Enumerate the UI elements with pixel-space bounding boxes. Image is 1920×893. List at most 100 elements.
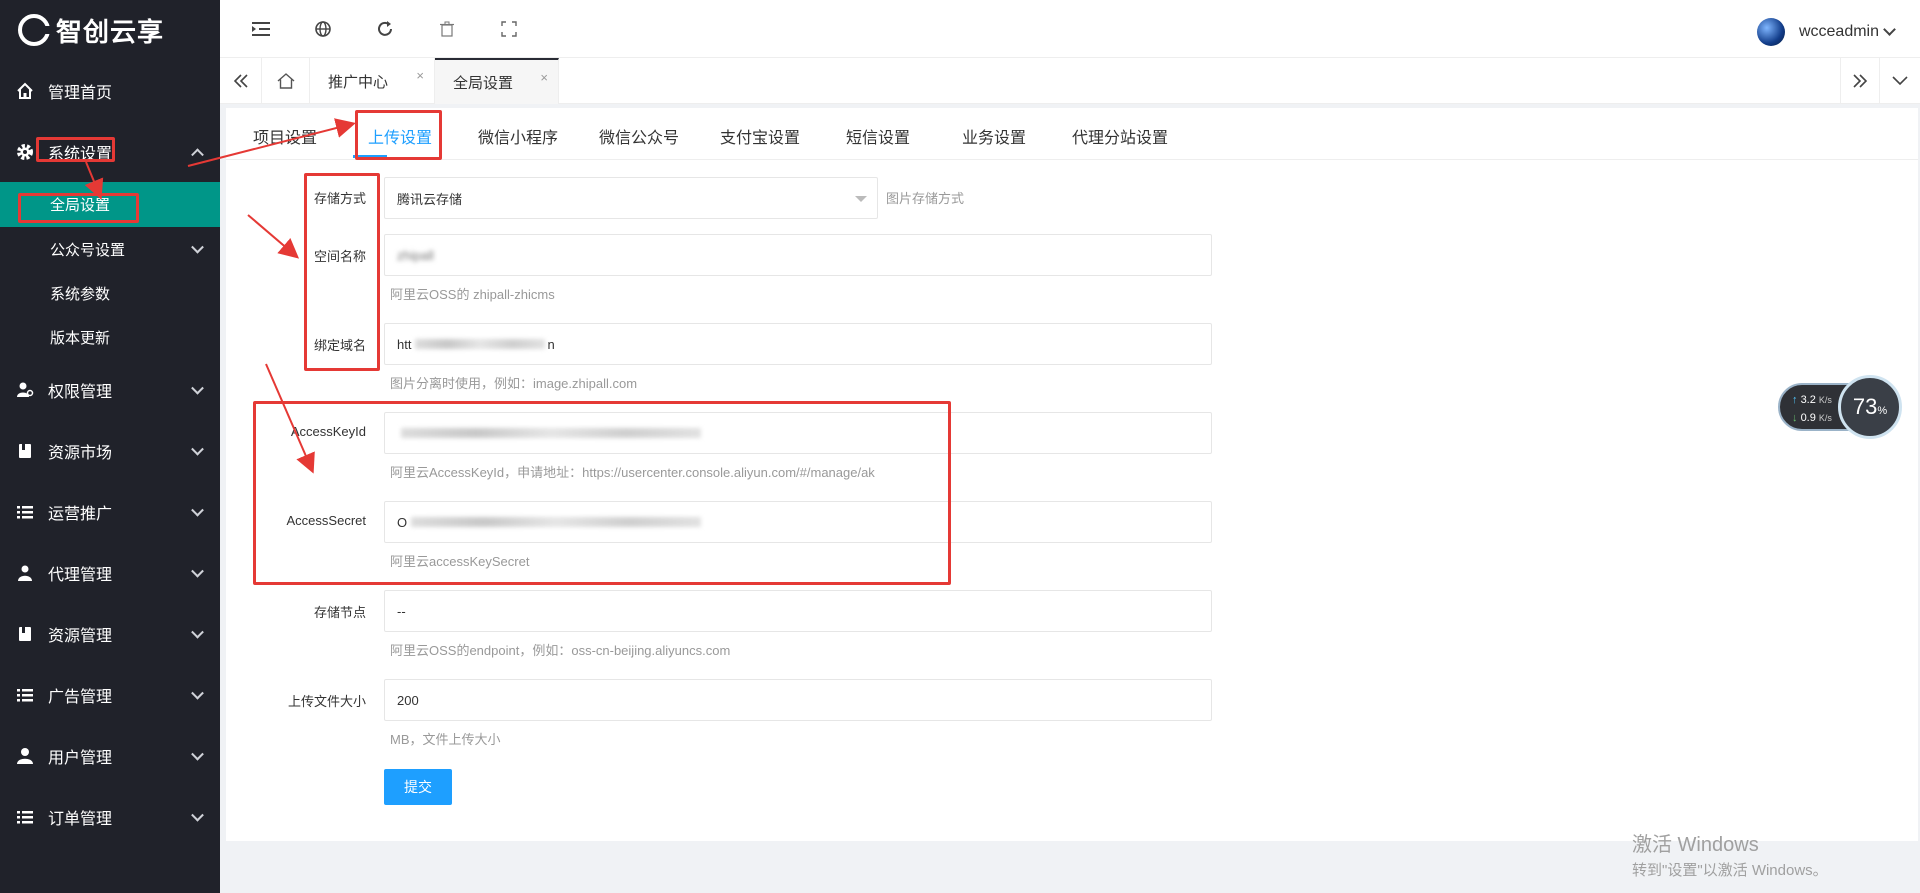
avatar — [1756, 18, 1785, 46]
trash-icon[interactable] — [436, 18, 458, 40]
endpoint-label: 存储节点 — [313, 605, 366, 620]
refresh-icon[interactable] — [374, 18, 396, 40]
close-icon[interactable]: × — [540, 70, 548, 85]
watermark-line1: 激活 Windows — [1632, 834, 1759, 856]
sidebar-item-users[interactable]: 用户管理 — [0, 725, 220, 786]
annotation-box-system-settings — [36, 137, 115, 162]
sidebar-item-label: 资源市场 — [48, 444, 113, 462]
sidebar-item-ads[interactable]: 广告管理 — [0, 664, 220, 725]
annotation-box-access-keys — [253, 401, 951, 585]
logo[interactable]: 智创云享 — [0, 0, 220, 60]
watermark-line2: 转到"设置"以激活 Windows。 — [1632, 862, 1828, 879]
storage-hint: 图片存储方式 — [886, 191, 965, 206]
user-key-icon — [16, 381, 34, 399]
sidebar-item-resource-management[interactable]: 资源管理 — [0, 603, 220, 664]
home-tab-button[interactable] — [262, 58, 310, 104]
list-icon — [16, 808, 34, 826]
fullscreen-icon[interactable] — [498, 18, 520, 40]
list-icon — [16, 686, 34, 704]
tab-wechat-official[interactable]: 微信公众号 — [599, 124, 679, 148]
home-icon — [16, 82, 34, 100]
list-icon — [16, 503, 34, 521]
sidebar-subitem-official-account[interactable]: 公众号设置 — [0, 227, 220, 271]
upload-speed: ↑ 3.2 K/s — [1792, 394, 1832, 406]
tab-sms-settings[interactable]: 短信设置 — [846, 124, 910, 148]
close-icon[interactable]: × — [416, 68, 424, 83]
cpu-percent: 73 — [1852, 394, 1878, 419]
network-speed-widget[interactable]: ↑ 3.2 K/s ↓ 0.9 K/s 73% — [1778, 375, 1902, 439]
sidebar-item-label: 运营推广 — [48, 505, 113, 523]
size-value: 200 — [397, 692, 419, 708]
logo-text: 智创云享 — [56, 17, 165, 48]
domain-hint: 图片分离时使用，例如：image.zhipall.com — [390, 376, 638, 391]
sidebar-item-resource-market[interactable]: 资源市场 — [0, 420, 220, 481]
size-hint: MB，文件上传大小 — [390, 732, 501, 747]
storage-select[interactable]: 腾讯云存储 — [384, 177, 878, 219]
annotation-box-global-settings — [18, 193, 139, 223]
book-icon — [16, 442, 34, 460]
sidebar-subitem-version-update[interactable]: 版本更新 — [0, 315, 220, 359]
bucket-hint: 阿里云OSS的 zhipall-zhicms — [390, 287, 555, 302]
chevron-down-icon — [1883, 22, 1896, 36]
chevron-down-icon — [191, 381, 204, 395]
size-label: 上传文件大小 — [287, 694, 366, 709]
sidebar-item-label: 广告管理 — [48, 688, 113, 706]
tabs-scroll-left-button[interactable] — [220, 58, 262, 104]
sidebar-item-label: 管理首页 — [48, 84, 113, 102]
bucket-value: zhipall — [397, 247, 434, 263]
annotation-box-labels — [304, 173, 380, 371]
sidebar-item-orders[interactable]: 订单管理 — [0, 786, 220, 847]
tab-agent-site-settings[interactable]: 代理分站设置 — [1072, 124, 1168, 148]
tab-promotion-center[interactable]: 推广中心 × — [310, 58, 435, 104]
chevron-down-icon — [191, 442, 204, 456]
tab-global-settings[interactable]: 全局设置 × — [435, 58, 559, 104]
sidebar-subitem-system-params[interactable]: 系统参数 — [0, 271, 220, 315]
agent-icon — [16, 564, 34, 582]
tab-alipay-settings[interactable]: 支付宝设置 — [720, 124, 800, 148]
sidebar-item-label: 用户管理 — [48, 749, 113, 767]
sidebar-item-label: 代理管理 — [48, 566, 113, 584]
download-speed: ↓ 0.9 K/s — [1792, 412, 1832, 424]
domain-input[interactable]: htt n — [384, 323, 1212, 365]
tab-business-settings[interactable]: 业务设置 — [962, 124, 1026, 148]
endpoint-input[interactable]: -- — [384, 590, 1212, 632]
chevron-down-icon — [191, 686, 204, 700]
top-header: wcceadmin — [220, 0, 1920, 58]
sidebar-item-label: 系统参数 — [50, 285, 111, 303]
sidebar-item-agents[interactable]: 代理管理 — [0, 542, 220, 603]
sidebar-item-permissions[interactable]: 权限管理 — [0, 359, 220, 420]
annotation-box-upload-tab — [355, 110, 442, 160]
chevron-down-icon — [191, 503, 204, 517]
chevron-down-icon — [191, 808, 204, 822]
percent-sign: % — [1877, 405, 1888, 417]
tab-label: 全局设置 — [453, 74, 514, 92]
user-menu[interactable]: wcceadmin — [1756, 18, 1896, 46]
globe-icon[interactable] — [312, 18, 334, 40]
tabs-menu-button[interactable] — [1880, 58, 1920, 104]
endpoint-value: -- — [397, 603, 406, 619]
sidebar-item-label: 资源管理 — [48, 627, 113, 645]
collapse-menu-icon[interactable] — [250, 18, 272, 40]
sidebar: 智创云享 管理首页 系统设置 全局设置 公众号设置 系统参数 版本更新 权限管理 — [0, 0, 220, 893]
domain-value-start: htt — [397, 336, 412, 352]
bucket-input[interactable]: zhipall — [384, 234, 1212, 276]
tab-wechat-miniprogram[interactable]: 微信小程序 — [478, 124, 558, 148]
tabs-scroll-right-button[interactable] — [1840, 58, 1880, 104]
chevron-up-icon — [191, 147, 204, 161]
chevron-down-icon — [191, 564, 204, 578]
sidebar-item-home[interactable]: 管理首页 — [0, 60, 220, 121]
sidebar-item-label: 版本更新 — [50, 329, 111, 347]
sidebar-item-label: 公众号设置 — [50, 241, 126, 259]
endpoint-hint: 阿里云OSS的endpoint，例如：oss-cn-beijing.aliyun… — [390, 643, 731, 658]
user-icon — [16, 747, 34, 765]
submit-button[interactable]: 提交 — [384, 769, 452, 805]
tab-project-settings[interactable]: 项目设置 — [253, 124, 317, 148]
logo-mark-icon — [18, 14, 50, 46]
chevron-down-icon — [191, 747, 204, 761]
sidebar-item-operations[interactable]: 运营推广 — [0, 481, 220, 542]
chevron-down-icon — [191, 240, 204, 254]
page-tabbar: 推广中心 × 全局设置 × — [220, 58, 1920, 104]
size-input[interactable]: 200 — [384, 679, 1212, 721]
chevron-down-icon — [191, 625, 204, 639]
gear-icon — [16, 143, 34, 161]
